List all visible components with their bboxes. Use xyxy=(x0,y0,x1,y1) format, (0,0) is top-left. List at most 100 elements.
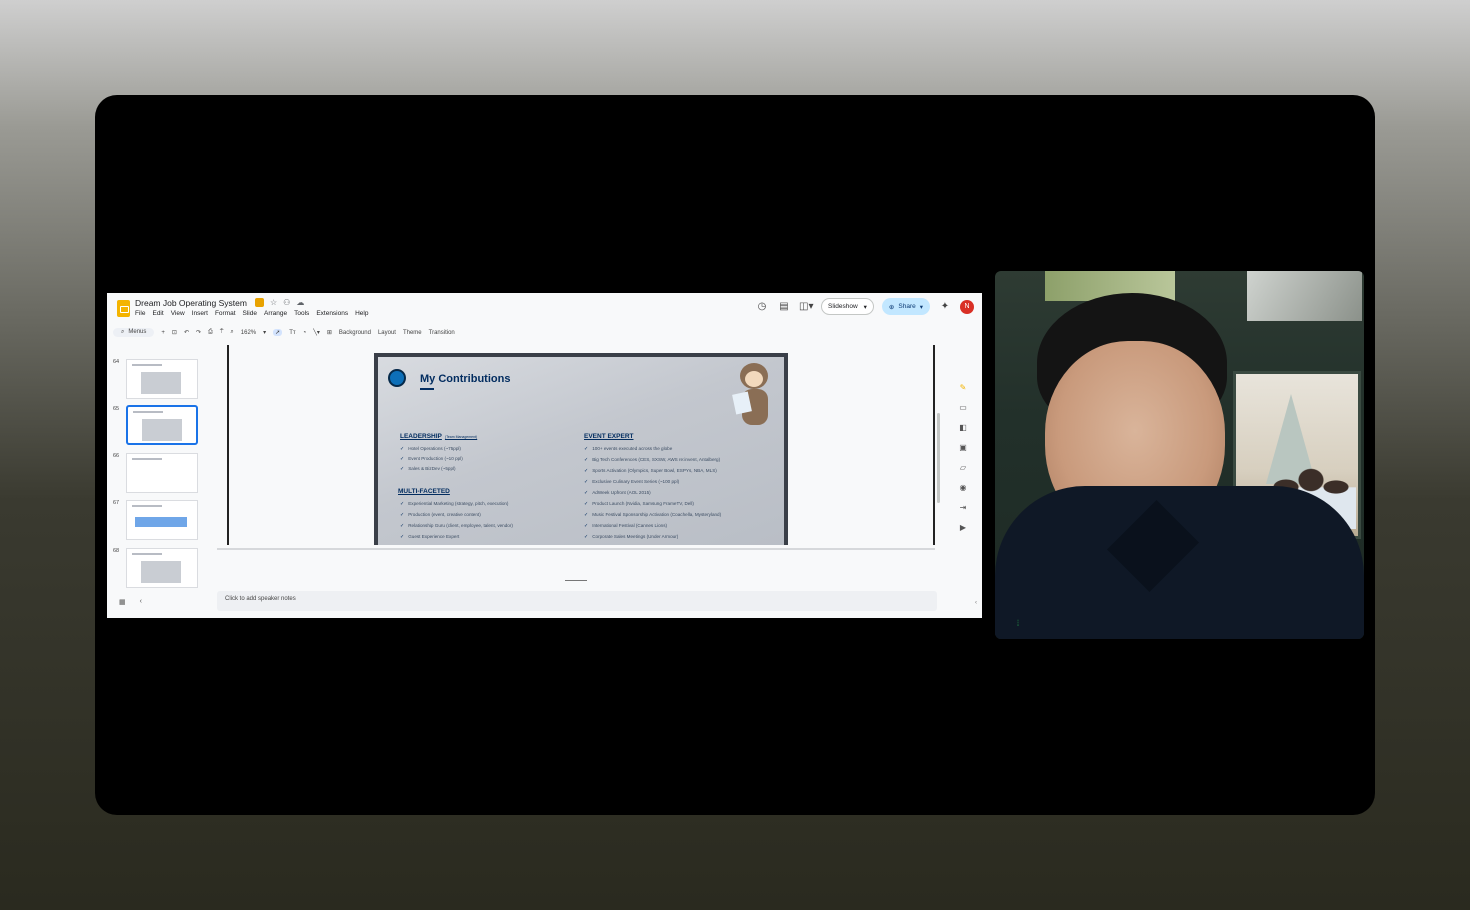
current-slide[interactable]: My Contributions LEADERSHIP (Team Managem… xyxy=(374,353,788,545)
new-slide-icon[interactable]: + xyxy=(161,330,165,336)
mascot-icon xyxy=(732,359,774,429)
menu-format[interactable]: Format xyxy=(215,310,236,317)
slides-logo-icon[interactable] xyxy=(117,300,130,317)
slide-canvas[interactable]: My Contributions LEADERSHIP (Team Managem… xyxy=(217,343,935,548)
menus-label: Menus xyxy=(128,329,147,335)
zoom-level[interactable]: 162% xyxy=(241,330,256,336)
speaker-notes[interactable]: Click to add speaker notes xyxy=(217,591,937,611)
slide-filmstrip: 64 65 66 67 68 xyxy=(107,343,217,588)
notes-resize-handle[interactable] xyxy=(565,580,587,581)
list-item: International Festival (Cannes Lions) xyxy=(584,523,667,529)
calendar-icon[interactable]: ▭ xyxy=(957,403,969,412)
filmstrip-controls: ▦ ‹ xyxy=(119,598,142,606)
menu-help[interactable]: Help xyxy=(355,310,368,317)
slide-number: 66 xyxy=(113,453,120,459)
paint-format-icon[interactable]: ⍑ xyxy=(220,329,224,336)
transition-button[interactable]: Transition xyxy=(429,330,455,336)
star-icon[interactable]: ☆ xyxy=(270,298,277,307)
vertical-scrollbar[interactable] xyxy=(937,413,940,503)
slide-thumbnail[interactable] xyxy=(126,359,198,399)
layout-icon[interactable]: ⊡ xyxy=(172,329,177,336)
list-item: Music Festival Sponsorship Activation (C… xyxy=(584,512,721,518)
redo-icon[interactable]: ↷ xyxy=(196,329,201,336)
shared-screen: Dream Job Operating System ☆ ⚇ ☁ File Ed… xyxy=(107,293,982,618)
select-icon[interactable]: ➚ xyxy=(273,329,283,336)
zoom-icon[interactable]: ⌕ xyxy=(230,329,233,336)
chevron-down-icon: ▾ xyxy=(919,303,923,311)
menu-view[interactable]: View xyxy=(171,310,185,317)
export-icon[interactable]: ⇥ xyxy=(957,503,969,512)
horizontal-scrollbar[interactable] xyxy=(217,548,935,550)
menu-edit[interactable]: Edit xyxy=(152,310,163,317)
menu-arrange[interactable]: Arrange xyxy=(264,310,287,317)
shape-icon[interactable]: ◔ xyxy=(303,330,307,336)
menu-tools[interactable]: Tools xyxy=(294,310,309,317)
list-item: Exclusive Culinary Event Series (~100 pp… xyxy=(584,479,679,485)
list-item: Event Production (~10 ppl) xyxy=(400,456,463,462)
history-icon[interactable]: ◷ xyxy=(755,300,769,314)
slide-thumbnail[interactable] xyxy=(126,500,198,540)
keep-icon[interactable]: ✎ xyxy=(957,383,969,392)
globe-icon: ⊕ xyxy=(888,303,895,311)
list-item: Corporate Sales Meetings (Under Armour) xyxy=(584,534,678,540)
theme-button[interactable]: Theme xyxy=(403,330,422,336)
chevron-down-icon[interactable]: ▾ xyxy=(263,329,266,336)
video-camera-icon[interactable]: ◫▾ xyxy=(799,300,813,314)
participant-video[interactable]: ⦙ xyxy=(995,271,1364,639)
comment-icon[interactable]: ▤ xyxy=(777,300,791,314)
folder-icon[interactable]: ▱ xyxy=(957,463,969,472)
menu-bar: File Edit View Insert Format Slide Arran… xyxy=(135,310,368,317)
text-box-icon[interactable]: Tт xyxy=(289,330,295,336)
undo-icon[interactable]: ↶ xyxy=(184,329,189,336)
wall-photo xyxy=(1247,271,1362,321)
list-item: Product Launch (Nvidia, Samsung FrameTV,… xyxy=(584,501,694,507)
chevron-right-icon[interactable]: ‹ xyxy=(975,600,977,606)
doc-badge-icon[interactable] xyxy=(255,298,264,307)
contacts-icon[interactable]: ▣ xyxy=(957,443,969,452)
chevron-left-icon[interactable]: ‹ xyxy=(140,598,142,606)
list-item: Big Tech Conferences (CES, SXSW, AWS re:… xyxy=(584,457,720,463)
avatar[interactable]: N xyxy=(960,299,974,314)
slides-header: Dream Job Operating System ☆ ⚇ ☁ File Ed… xyxy=(107,293,982,323)
slide-thumbnail[interactable] xyxy=(126,548,198,588)
slide-number: 65 xyxy=(113,406,120,412)
mic-active-icon: ⦙ xyxy=(1017,618,1020,628)
print-icon[interactable]: ⎙ xyxy=(208,329,213,336)
side-panel-icons: ✎ ▭ ◧ ▣ ▱ ◉ ⇥ ▶ xyxy=(957,383,969,532)
slide-thumbnail-active[interactable] xyxy=(126,405,198,445)
menus-search[interactable]: ⌕ Menus xyxy=(113,328,155,337)
slide-title: My Contributions xyxy=(420,373,511,385)
event-expert-heading: EVENT EXPERT xyxy=(584,433,634,440)
search-icon: ⌕ xyxy=(121,329,125,335)
menu-insert[interactable]: Insert xyxy=(192,310,208,317)
cloud-icon[interactable]: ☁ xyxy=(296,298,304,307)
sparkle-icon[interactable]: ✦ xyxy=(938,300,952,314)
multifaceted-heading: MULTI-FACETED xyxy=(398,488,450,495)
line-icon[interactable]: ╲▾ xyxy=(313,329,320,336)
menu-extensions[interactable]: Extensions xyxy=(316,310,348,317)
slideshow-button[interactable]: Slideshow ▾ xyxy=(821,298,874,315)
record-icon[interactable]: ◉ xyxy=(957,483,969,492)
slide-number: 64 xyxy=(113,359,120,365)
grid-view-icon[interactable]: ▦ xyxy=(119,598,126,606)
doc-title[interactable]: Dream Job Operating System xyxy=(135,298,247,308)
share-button[interactable]: ⊕ Share ▾ xyxy=(881,298,930,315)
chevron-down-icon[interactable]: ▾ xyxy=(864,303,867,311)
tasks-icon[interactable]: ◧ xyxy=(957,423,969,432)
list-item: Hotel Operations (~75ppl) xyxy=(400,446,461,452)
list-item: Sales & BizDev (~5ppl) xyxy=(400,466,455,472)
present-icon[interactable]: ▶ xyxy=(957,523,969,532)
comment-add-icon[interactable]: ⊞ xyxy=(327,329,332,336)
video-call-window: Dream Job Operating System ☆ ⚇ ☁ File Ed… xyxy=(95,95,1375,815)
layout-button[interactable]: Layout xyxy=(378,330,396,336)
leadership-heading: LEADERSHIP (Team Management) xyxy=(400,433,478,440)
slide-number: 67 xyxy=(113,500,120,506)
menu-file[interactable]: File xyxy=(135,310,145,317)
share-label: Share xyxy=(898,303,916,310)
list-item: Sports Activation (Olympics, Super Bowl,… xyxy=(584,468,717,474)
slide-thumbnail[interactable] xyxy=(126,453,198,493)
list-item: AdWeek Upfront (AOL 2015) xyxy=(584,490,650,496)
move-icon[interactable]: ⚇ xyxy=(283,298,290,307)
menu-slide[interactable]: Slide xyxy=(243,310,257,317)
background-button[interactable]: Background xyxy=(339,330,371,336)
